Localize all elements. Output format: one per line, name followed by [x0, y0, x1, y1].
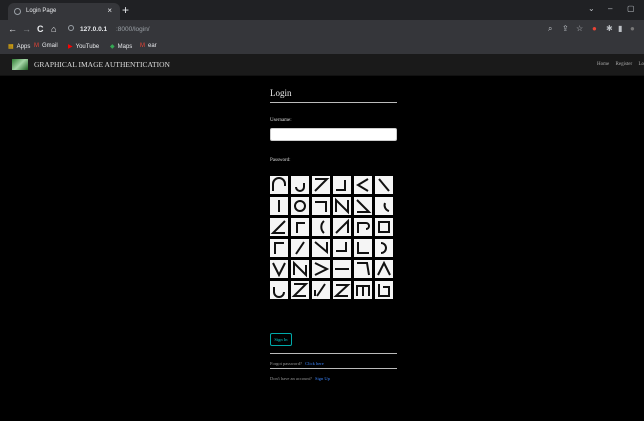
brand-logo — [12, 59, 28, 70]
pattern-tile-32[interactable] — [291, 281, 309, 299]
title-divider — [270, 102, 397, 103]
pattern-tile-30[interactable] — [375, 260, 393, 278]
pattern-tile-26[interactable] — [291, 260, 309, 278]
maps-icon: ◆ — [110, 44, 115, 50]
address-bar[interactable]: 127.0.0.1 :8000/login/ — [68, 23, 568, 37]
forgot-password-link[interactable]: Click here — [305, 361, 324, 366]
tab-title: Login Page — [26, 8, 57, 14]
bookmarks-bar: ▦ Apps M Gmail ▶ YouTube ◆ Maps Mear — [0, 40, 644, 54]
share-icon[interactable]: ⇪ — [562, 24, 569, 33]
forgot-password-text: Forgot password? — [270, 361, 303, 366]
pattern-tile-9[interactable] — [312, 197, 330, 215]
url-host: 127.0.0.1 — [80, 26, 108, 33]
page-title: Login — [270, 88, 292, 98]
pattern-tile-24[interactable] — [375, 239, 393, 257]
pattern-tile-29[interactable] — [354, 260, 372, 278]
nav-link-login[interactable]: Lo — [638, 62, 644, 67]
extension-icon[interactable]: ● — [592, 24, 597, 33]
pattern-tile-34[interactable] — [333, 281, 351, 299]
pattern-tile-22[interactable] — [333, 239, 351, 257]
sidebar-icon[interactable]: ▮ — [618, 24, 622, 33]
forgot-password-row: Forgot password? Click here — [270, 361, 324, 366]
chevron-down-icon[interactable]: ⌄ — [588, 4, 595, 13]
nav-link-home[interactable]: Home — [597, 62, 609, 67]
username-label: Username: — [270, 118, 292, 123]
pattern-tile-4[interactable] — [333, 176, 351, 194]
pattern-tile-13[interactable] — [270, 218, 288, 236]
browser-toolbar: ← → C ⌂ 127.0.0.1 :8000/login/ ⌕ ⇪ ☆ ● ✱… — [0, 20, 644, 40]
pattern-tile-25[interactable] — [270, 260, 288, 278]
pattern-tile-35[interactable] — [354, 281, 372, 299]
pattern-tile-16[interactable] — [333, 218, 351, 236]
bookmark-ear[interactable]: Mear — [140, 43, 157, 49]
pattern-tile-27[interactable] — [312, 260, 330, 278]
pattern-tile-21[interactable] — [312, 239, 330, 257]
pattern-tile-7[interactable] — [270, 197, 288, 215]
pattern-tile-23[interactable] — [354, 239, 372, 257]
pattern-tile-10[interactable] — [333, 197, 351, 215]
back-button[interactable]: ← — [8, 24, 17, 34]
maximize-icon[interactable]: ▢ — [627, 4, 635, 13]
site-navbar: GRAPHICAL IMAGE AUTHENTICATION Home Regi… — [0, 54, 644, 76]
pattern-tile-12[interactable] — [375, 197, 393, 215]
pattern-tile-20[interactable] — [291, 239, 309, 257]
pattern-tile-17[interactable] — [354, 218, 372, 236]
pattern-tile-15[interactable] — [312, 218, 330, 236]
browser-tab[interactable]: Login Page × — [8, 3, 120, 20]
pattern-tile-6[interactable] — [375, 176, 393, 194]
pattern-tile-14[interactable] — [291, 218, 309, 236]
bookmark-gmail[interactable]: M Gmail — [34, 43, 58, 49]
pattern-tile-28[interactable] — [333, 260, 351, 278]
pattern-tile-3[interactable] — [312, 176, 330, 194]
bookmark-maps[interactable]: ◆ Maps — [110, 43, 132, 50]
site-info-icon[interactable] — [68, 25, 74, 31]
bookmark-youtube[interactable]: ▶ YouTube — [68, 43, 99, 50]
nav-links: Home Register Lo — [592, 62, 644, 67]
url-path: :8000/login/ — [116, 26, 150, 33]
gmail-icon: M — [34, 43, 39, 49]
password-label: Password: — [270, 158, 291, 163]
bookmark-apps[interactable]: ▦ Apps — [8, 43, 30, 50]
search-icon[interactable]: ⌕ — [548, 24, 552, 34]
new-tab-button[interactable]: + — [122, 3, 129, 17]
forward-button[interactable]: → — [22, 24, 31, 34]
pattern-tile-31[interactable] — [270, 281, 288, 299]
divider — [270, 368, 397, 369]
globe-icon — [14, 8, 21, 15]
sign-in-button[interactable]: Sign In — [270, 333, 292, 346]
signup-row: Don't have an account? Sign Up — [270, 376, 330, 381]
home-button[interactable]: ⌂ — [51, 24, 56, 34]
divider — [270, 353, 397, 354]
minimize-icon[interactable]: – — [608, 4, 612, 13]
pattern-tile-19[interactable] — [270, 239, 288, 257]
pattern-tile-2[interactable] — [291, 176, 309, 194]
puzzle-icon[interactable]: ✱ — [606, 24, 613, 33]
youtube-icon: ▶ — [68, 44, 73, 50]
username-input[interactable] — [270, 128, 397, 141]
signup-link[interactable]: Sign Up — [315, 376, 330, 381]
browser-tab-bar: Login Page × + ⌄ – ▢ — [0, 0, 644, 20]
brand-title[interactable]: GRAPHICAL IMAGE AUTHENTICATION — [34, 60, 170, 69]
pattern-tile-11[interactable] — [354, 197, 372, 215]
apps-grid-icon: ▦ — [8, 44, 14, 50]
pattern-tile-33[interactable] — [312, 281, 330, 299]
avatar[interactable]: ● — [630, 24, 635, 33]
signup-text: Don't have an account? — [270, 376, 312, 381]
pattern-tile-5[interactable] — [354, 176, 372, 194]
star-icon[interactable]: ☆ — [576, 24, 583, 33]
tab-close-icon[interactable]: × — [107, 6, 112, 15]
pattern-tile-36[interactable] — [375, 281, 393, 299]
pattern-tile-1[interactable] — [270, 176, 288, 194]
pattern-tile-18[interactable] — [375, 218, 393, 236]
pattern-tile-8[interactable] — [291, 197, 309, 215]
nav-link-register[interactable]: Register — [616, 62, 633, 67]
gmail-icon: M — [140, 43, 145, 49]
reload-button[interactable]: C — [37, 24, 44, 34]
